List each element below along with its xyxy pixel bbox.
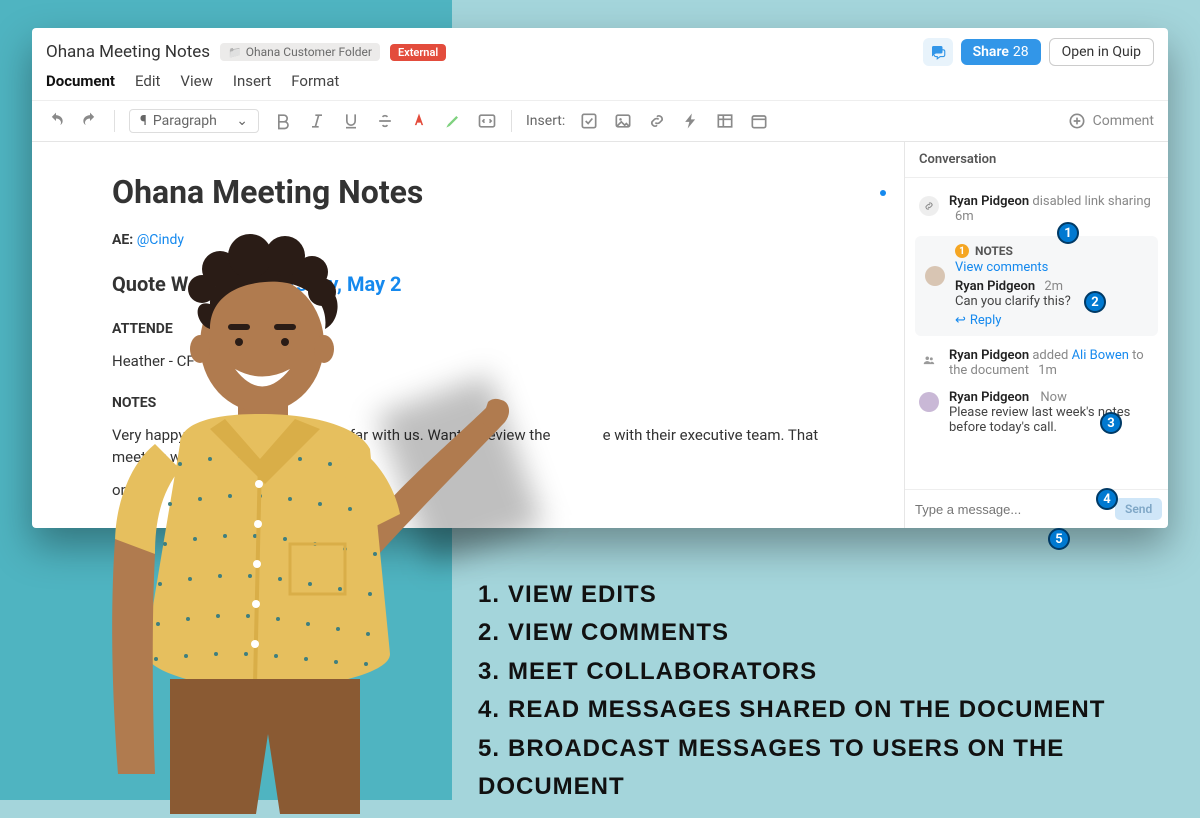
menu-document[interactable]: Document [46, 72, 115, 90]
callout-5: 5 [1048, 528, 1070, 550]
conversation-sidebar: Conversation Ryan Pidgeon disabled link … [904, 142, 1168, 528]
legend-item-3: MEET COLLABORATORS [508, 658, 817, 685]
avatar [925, 266, 945, 286]
legend-item-5: BROADCAST MESSAGES TO USERS ON THE DOCUM… [478, 735, 1064, 800]
conversation-toggle-button[interactable] [923, 38, 953, 66]
message-composer: Send [905, 489, 1168, 528]
pilcrow-icon: ¶ [140, 113, 147, 129]
chat-message: Ryan Pidgeon Now Please review last week… [905, 384, 1168, 441]
reply-link[interactable]: Reply [955, 313, 1146, 328]
document-title: Ohana Meeting Notes [46, 42, 210, 62]
comment-thread-card[interactable]: 1 NOTES View comments Ryan Pidgeon 2m Ca… [915, 236, 1158, 336]
undo-icon[interactable] [46, 111, 66, 131]
activity-time: 1m [1038, 363, 1057, 378]
conversation-heading: Conversation [905, 142, 1168, 178]
legend-item-4: READ MESSAGES SHARED ON THE DOCUMENT [508, 696, 1105, 723]
menu-bar: Document Edit View Insert Format [32, 66, 1168, 101]
external-badge: External [390, 44, 446, 61]
redo-icon[interactable] [80, 111, 100, 131]
open-in-quip-button[interactable]: Open in Quip [1049, 38, 1154, 66]
message-time: Now [1040, 390, 1066, 405]
share-label: Share [973, 44, 1009, 60]
added-user-link[interactable]: Ali Bowen [1072, 348, 1129, 363]
link-activity-icon [919, 196, 939, 216]
underline-icon[interactable] [341, 111, 361, 131]
folder-chip[interactable]: Ohana Customer Folder [220, 43, 380, 61]
callout-1: 1 [1057, 222, 1079, 244]
plus-circle-icon [1067, 111, 1087, 131]
legend-item-1: VIEW EDITS [508, 581, 657, 608]
calendar-icon[interactable] [749, 111, 769, 131]
bold-icon[interactable] [273, 111, 293, 131]
doc-heading: Ohana Meeting Notes [112, 168, 844, 216]
format-toolbar: ¶ Paragraph ⌄ Insert: Comment [32, 101, 1168, 142]
presenter-illustration [60, 234, 520, 814]
link-icon[interactable] [647, 111, 667, 131]
paragraph-style-label: Paragraph [153, 113, 217, 129]
menu-insert[interactable]: Insert [233, 72, 271, 90]
title-bar: Ohana Meeting Notes Ohana Customer Folde… [32, 28, 1168, 66]
strikethrough-icon[interactable] [375, 111, 395, 131]
comment-text: Can you clarify this? [955, 294, 1146, 309]
share-button[interactable]: Share28 [961, 39, 1041, 65]
message-author: Ryan Pidgeon [949, 390, 1029, 405]
chat-icon [929, 43, 947, 61]
code-block-icon[interactable] [477, 111, 497, 131]
actor-name: Ryan Pidgeon [949, 348, 1029, 363]
menu-edit[interactable]: Edit [135, 72, 160, 90]
italic-icon[interactable] [307, 111, 327, 131]
add-comment-button[interactable]: Comment [1067, 111, 1154, 131]
callout-2: 2 [1084, 291, 1106, 313]
legend: 1.VIEW EDITS 2.VIEW COMMENTS 3.MEET COLL… [478, 576, 1200, 806]
avatar [919, 392, 939, 412]
people-icon [919, 350, 939, 370]
text-color-icon[interactable] [409, 111, 429, 131]
activity-added-user: Ryan Pidgeon added Ali Bowen to the docu… [905, 342, 1168, 384]
message-input[interactable] [915, 502, 1091, 517]
table-icon[interactable] [715, 111, 735, 131]
view-comments-link[interactable]: View comments [955, 260, 1146, 275]
commenter-name: Ryan Pidgeon [955, 279, 1035, 294]
legend-item-2: VIEW COMMENTS [508, 619, 729, 646]
activity-link-sharing: Ryan Pidgeon disabled link sharing 6m [905, 188, 1168, 230]
send-button[interactable]: Send [1115, 498, 1162, 520]
activity-time: 6m [955, 209, 974, 224]
insert-label: Insert: [526, 113, 565, 129]
checkbox-icon[interactable] [579, 111, 599, 131]
message-text: Please review last week's notes before t… [949, 405, 1154, 435]
chevron-down-icon: ⌄ [236, 113, 248, 129]
comment-time: 2m [1044, 279, 1063, 294]
comment-count-badge: 1 [955, 244, 969, 258]
share-count: 28 [1013, 44, 1029, 60]
comment-label: Comment [1093, 113, 1154, 129]
paragraph-style-select[interactable]: ¶ Paragraph ⌄ [129, 109, 259, 133]
comment-section-label: NOTES [975, 244, 1013, 258]
actor-name: Ryan Pidgeon [949, 194, 1029, 209]
activity-text: disabled link sharing [1029, 194, 1151, 209]
lightning-icon[interactable] [681, 111, 701, 131]
image-icon[interactable] [613, 111, 633, 131]
callout-4: 4 [1096, 488, 1118, 510]
highlight-icon[interactable] [443, 111, 463, 131]
presence-cursor-icon [880, 190, 886, 196]
activity-verb: added [1029, 348, 1071, 363]
menu-format[interactable]: Format [291, 72, 339, 90]
menu-view[interactable]: View [180, 72, 212, 90]
callout-3: 3 [1100, 412, 1122, 434]
